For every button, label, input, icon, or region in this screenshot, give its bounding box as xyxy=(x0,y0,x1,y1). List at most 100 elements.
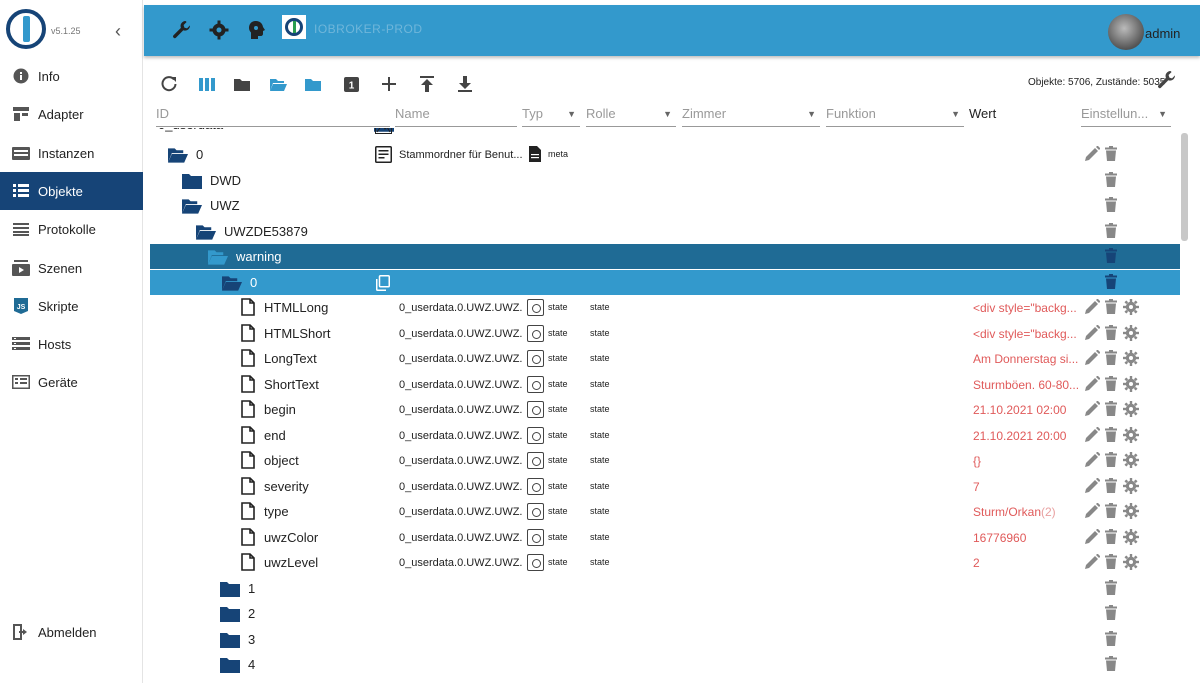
column-settings-filter[interactable]: Einstellun... ▼ xyxy=(1081,102,1171,127)
tree-row[interactable]: ShortText 0_userdata.0.UWZ.UWZ... state sta… xyxy=(150,372,1180,397)
custom-config-button[interactable] xyxy=(1123,350,1139,367)
tree-row[interactable]: DWD xyxy=(150,168,1180,193)
expand-all-button[interactable] xyxy=(302,73,324,95)
sidebar-item-hosts[interactable]: Hosts xyxy=(0,325,143,363)
custom-config-button[interactable] xyxy=(1123,299,1139,316)
delete-button[interactable] xyxy=(1105,656,1121,673)
tree-row-value[interactable]: 21.10.2021 20:00 xyxy=(973,429,1085,443)
tree-row[interactable]: HTMLShort 0_userdata.0.UWZ.UWZ... state sta… xyxy=(150,321,1180,346)
tree-row[interactable]: 2 xyxy=(150,601,1180,626)
tree-row[interactable]: UWZDE53879 xyxy=(150,219,1180,244)
copy-icon[interactable] xyxy=(376,274,390,291)
collapse-sidebar-button[interactable]: ‹ xyxy=(109,20,127,42)
tree-row[interactable]: 4 xyxy=(150,652,1180,677)
add-object-button[interactable] xyxy=(378,73,400,95)
tree-row[interactable]: uwzColor 0_userdata.0.UWZ.UWZ... state stat… xyxy=(150,525,1180,550)
expert-mode-button[interactable] xyxy=(245,19,267,41)
tree-row[interactable]: end 0_userdata.0.UWZ.UWZ... state state 21.1… xyxy=(150,423,1180,448)
edit-button[interactable] xyxy=(1085,324,1101,342)
avatar[interactable] xyxy=(1108,14,1144,50)
export-button[interactable] xyxy=(416,73,438,95)
custom-config-button[interactable] xyxy=(1123,503,1139,520)
delete-button[interactable] xyxy=(1105,146,1121,163)
column-role-filter[interactable]: Rolle ▼ xyxy=(586,102,676,127)
tree-row-value[interactable]: <div style="backg... xyxy=(973,327,1085,341)
delete-button[interactable] xyxy=(1105,605,1121,622)
tree-row-value[interactable]: Sturmböen. 60-80... xyxy=(973,378,1085,392)
delete-button[interactable] xyxy=(1105,248,1121,265)
tree-row[interactable]: 0 xyxy=(150,269,1180,295)
delete-button[interactable] xyxy=(1105,579,1121,597)
refresh-button[interactable] xyxy=(158,73,180,95)
tree-row[interactable]: warning xyxy=(150,244,1180,269)
tree-row-value[interactable]: 21.10.2021 02:00 xyxy=(973,403,1085,417)
custom-config-button[interactable] xyxy=(1123,426,1139,444)
edit-button[interactable] xyxy=(1085,477,1101,495)
custom-config-button[interactable] xyxy=(1123,452,1139,469)
delete-button[interactable] xyxy=(1105,630,1121,648)
sidebar-item-objekte[interactable]: Objekte xyxy=(0,172,143,210)
edit-button[interactable] xyxy=(1085,298,1101,316)
tree-row[interactable]: begin 0_userdata.0.UWZ.UWZ... state state 21… xyxy=(150,397,1180,422)
settings-button[interactable] xyxy=(208,19,230,41)
tree-row-value[interactable]: Am Donnerstag si... xyxy=(973,352,1085,366)
sidebar-item-instanzen[interactable]: Instanzen xyxy=(0,134,143,172)
delete-button[interactable] xyxy=(1105,299,1121,316)
delete-button[interactable] xyxy=(1105,426,1121,444)
delete-button[interactable] xyxy=(1105,273,1121,291)
delete-button[interactable] xyxy=(1105,554,1121,571)
delete-button[interactable] xyxy=(1105,350,1121,367)
custom-config-button[interactable] xyxy=(1123,477,1139,495)
sidebar-item-protokolle[interactable]: Protokolle xyxy=(0,210,143,248)
columns-button[interactable] xyxy=(196,73,218,95)
column-name-filter[interactable]: Name xyxy=(395,102,517,127)
user-name[interactable]: admin xyxy=(1145,26,1180,41)
edit-button[interactable] xyxy=(1085,426,1101,444)
custom-config-button[interactable] xyxy=(1123,324,1139,342)
sidebar-item-info[interactable]: Info xyxy=(0,57,143,95)
tree-row[interactable]: uwzLevel 0_userdata.0.UWZ.UWZ... state stat… xyxy=(150,550,1180,575)
delete-button[interactable] xyxy=(1105,197,1121,214)
expand-level-button[interactable]: 1 xyxy=(340,73,362,95)
tree-row[interactable]: UWZ xyxy=(150,193,1180,218)
column-id-filter[interactable]: ID xyxy=(156,102,390,127)
tree-row[interactable]: 1 xyxy=(150,576,1180,601)
edit-button[interactable] xyxy=(1085,528,1101,546)
expand-one-button[interactable] xyxy=(267,73,289,95)
sidebar-item-skripte[interactable]: JS Skripte xyxy=(0,287,143,325)
tree-row-value[interactable]: 2 xyxy=(973,556,1085,570)
tree-row[interactable]: severity 0_userdata.0.UWZ.UWZ... state stat… xyxy=(150,474,1180,499)
delete-button[interactable] xyxy=(1105,324,1121,342)
tree-row-value[interactable]: 7 xyxy=(973,480,1085,494)
edit-button[interactable] xyxy=(1085,451,1101,469)
delete-button[interactable] xyxy=(1105,375,1121,393)
custom-config-button[interactable] xyxy=(1123,375,1139,393)
sidebar-item-geraete[interactable]: Geräte xyxy=(0,363,143,401)
tree-row[interactable]: 0 Stammordner für Benut... meta xyxy=(150,142,1180,167)
column-room-filter[interactable]: Zimmer ▼ xyxy=(682,102,820,127)
column-type-filter[interactable]: Typ ▼ xyxy=(522,102,580,127)
tree-row-value[interactable]: Sturm/Orkan(2) xyxy=(973,505,1085,519)
tree-row[interactable]: 3 xyxy=(150,627,1180,652)
tree-row[interactable]: 0_userdata xyxy=(150,128,1180,137)
logout-button[interactable]: Abmelden xyxy=(0,613,143,651)
edit-button[interactable] xyxy=(1085,349,1101,367)
edit-button[interactable] xyxy=(1085,502,1101,520)
delete-button[interactable] xyxy=(1105,452,1121,469)
custom-config-button[interactable] xyxy=(1123,401,1139,418)
delete-button[interactable] xyxy=(1105,503,1121,520)
tree-row[interactable]: type 0_userdata.0.UWZ.UWZ... state state Stu… xyxy=(150,499,1180,524)
tree-row-value[interactable]: <div style="backg... xyxy=(973,301,1085,315)
edit-button[interactable] xyxy=(1085,400,1101,418)
vertical-scrollbar[interactable] xyxy=(1181,133,1188,241)
edit-button[interactable] xyxy=(1085,145,1101,163)
delete-button[interactable] xyxy=(1105,401,1121,418)
tree-row[interactable]: LongText 0_userdata.0.UWZ.UWZ... state stat… xyxy=(150,346,1180,371)
custom-settings-button[interactable] xyxy=(1156,69,1178,91)
tree-row-value[interactable]: {} xyxy=(973,454,1085,468)
tree-row[interactable]: HTMLLong 0_userdata.0.UWZ.UWZ... state stat… xyxy=(150,295,1180,320)
tree-row-value[interactable]: 16776960 xyxy=(973,531,1085,545)
import-button[interactable] xyxy=(454,73,476,95)
delete-button[interactable] xyxy=(1105,528,1121,546)
custom-config-button[interactable] xyxy=(1123,528,1139,546)
